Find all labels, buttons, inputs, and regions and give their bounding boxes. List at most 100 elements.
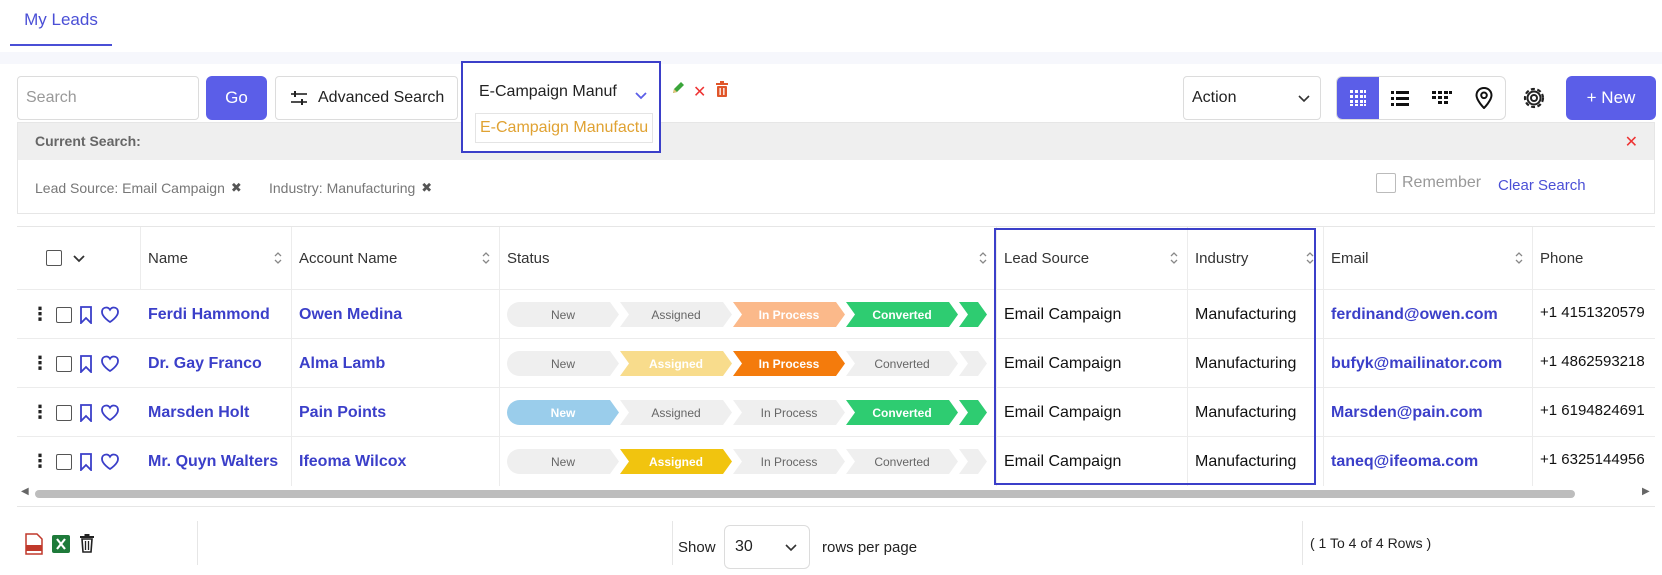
- go-button[interactable]: Go: [206, 76, 267, 120]
- more-vertical-icon[interactable]: ⋮: [31, 402, 49, 423]
- column-header-label: Email: [1331, 249, 1369, 267]
- status-stage[interactable]: Assigned: [620, 302, 732, 327]
- remember-option[interactable]: Remember: [1376, 173, 1481, 193]
- column-header-account[interactable]: Account Name: [292, 227, 500, 289]
- pdf-icon[interactable]: [25, 533, 43, 555]
- new-lead-button[interactable]: + New: [1566, 76, 1656, 120]
- grid-view-button[interactable]: [1337, 77, 1379, 119]
- status-stage[interactable]: Converted: [846, 302, 958, 327]
- status-stage[interactable]: Converted: [846, 449, 958, 474]
- list-view-button[interactable]: [1379, 77, 1421, 119]
- kanban-view-button[interactable]: [1421, 77, 1463, 119]
- saved-search-value[interactable]: E-Campaign Manuf: [479, 83, 649, 109]
- scroll-right-icon[interactable]: ▶: [1642, 486, 1650, 497]
- row-checkbox[interactable]: [56, 306, 72, 323]
- close-icon[interactable]: ✕: [693, 82, 706, 102]
- row-checkbox[interactable]: [56, 404, 72, 421]
- status-stage[interactable]: New: [507, 449, 619, 474]
- sort-icon[interactable]: [1305, 251, 1315, 265]
- scrollbar-thumb[interactable]: [35, 490, 1575, 498]
- horizontal-scrollbar[interactable]: ◀ ▶: [17, 486, 1655, 500]
- table-row[interactable]: ⋮ Dr. Gay Franco Alma Lamb New Assigned In…: [17, 338, 1655, 388]
- column-header-status[interactable]: Status: [500, 227, 997, 289]
- account-name-link[interactable]: Owen Medina: [292, 290, 500, 339]
- chevron-down-icon: [785, 544, 797, 552]
- status-stage[interactable]: Assigned: [620, 351, 732, 376]
- sort-icon[interactable]: [273, 251, 283, 265]
- status-stage[interactable]: Assigned: [620, 400, 732, 425]
- status-stage[interactable]: New: [507, 351, 619, 376]
- row-checkbox[interactable]: [56, 453, 72, 470]
- sort-icon[interactable]: [1514, 251, 1524, 265]
- email-link[interactable]: taneq@ifeoma.com: [1324, 437, 1533, 486]
- heart-icon[interactable]: [100, 306, 120, 324]
- column-header-email[interactable]: Email: [1324, 227, 1533, 289]
- status-stage[interactable]: New: [507, 400, 619, 425]
- rows-per-page-select[interactable]: 30: [724, 525, 810, 569]
- chevron-down-icon[interactable]: [633, 87, 649, 103]
- account-name-link[interactable]: Ifeoma Wilcox: [292, 437, 500, 486]
- more-vertical-icon[interactable]: ⋮: [31, 451, 49, 472]
- status-stage[interactable]: In Process: [733, 302, 845, 327]
- sort-icon[interactable]: [481, 251, 491, 265]
- status-stage[interactable]: In Process: [733, 449, 845, 474]
- select-all-checkbox[interactable]: [46, 250, 62, 266]
- account-name-link[interactable]: Pain Points: [292, 388, 500, 437]
- email-link[interactable]: bufyk@mailinator.com: [1324, 339, 1533, 388]
- close-icon[interactable]: ✕: [1625, 132, 1638, 152]
- account-name-link[interactable]: Alma Lamb: [292, 339, 500, 388]
- sort-icon[interactable]: [978, 251, 988, 265]
- table-row[interactable]: ⋮ Mr. Quyn Walters Ifeoma Wilcox New Assi…: [17, 436, 1655, 486]
- filter-chip-label: Lead Source: Email Campaign: [35, 180, 225, 196]
- column-header-industry[interactable]: Industry: [1188, 227, 1324, 289]
- lead-name-link[interactable]: Dr. Gay Franco: [141, 339, 292, 388]
- heart-icon[interactable]: [100, 355, 120, 373]
- advanced-search-button[interactable]: Advanced Search: [275, 76, 458, 120]
- status-stage[interactable]: In Process: [733, 400, 845, 425]
- remember-label: Remember: [1402, 174, 1482, 191]
- search-input[interactable]: [17, 76, 199, 120]
- email-link[interactable]: ferdinand@owen.com: [1324, 290, 1533, 339]
- remove-filter-icon[interactable]: ✖: [231, 180, 242, 196]
- bookmark-icon[interactable]: [79, 452, 93, 471]
- column-header-name[interactable]: Name: [141, 227, 292, 289]
- remember-checkbox[interactable]: [1376, 173, 1396, 193]
- saved-search-option[interactable]: E-Campaign Manufactu: [475, 113, 653, 143]
- map-view-button[interactable]: [1463, 77, 1505, 119]
- table-row[interactable]: ⋮ Ferdi Hammond Owen Medina New Assigned I…: [17, 289, 1655, 339]
- column-header-phone[interactable]: Phone: [1533, 227, 1655, 289]
- column-header-lead-source[interactable]: Lead Source: [997, 227, 1188, 289]
- gear-icon[interactable]: [1520, 84, 1548, 112]
- lead-name-link[interactable]: Marsden Holt: [141, 388, 292, 437]
- table-row[interactable]: ⋮ Marsden Holt Pain Points New Assigned In…: [17, 387, 1655, 437]
- action-select[interactable]: Action: [1183, 76, 1321, 120]
- heart-icon[interactable]: [100, 404, 120, 422]
- bookmark-icon[interactable]: [79, 403, 93, 422]
- excel-icon[interactable]: [51, 533, 71, 555]
- status-stage[interactable]: Converted: [846, 400, 958, 425]
- trash-icon[interactable]: [715, 81, 729, 97]
- row-checkbox[interactable]: [56, 355, 72, 372]
- saved-search-dropdown[interactable]: E-Campaign Manuf E-Campaign Manufactu: [461, 61, 661, 153]
- heart-icon[interactable]: [100, 453, 120, 471]
- trash-icon[interactable]: [79, 533, 95, 553]
- status-stage[interactable]: In Process: [733, 351, 845, 376]
- more-vertical-icon[interactable]: ⋮: [31, 353, 49, 374]
- email-link[interactable]: Marsden@pain.com: [1324, 388, 1533, 437]
- sort-icon[interactable]: [1169, 251, 1179, 265]
- bookmark-icon[interactable]: [79, 305, 93, 324]
- lead-name-link[interactable]: Mr. Quyn Walters: [141, 437, 292, 486]
- status-stage[interactable]: New: [507, 302, 619, 327]
- tab-my-leads[interactable]: My Leads: [10, 0, 112, 46]
- clear-search-link[interactable]: Clear Search: [1498, 177, 1586, 194]
- scroll-left-icon[interactable]: ◀: [21, 486, 29, 497]
- more-vertical-icon[interactable]: ⋮: [31, 304, 49, 325]
- lead-name-link[interactable]: Ferdi Hammond: [141, 290, 292, 339]
- current-search-header: Current Search: ✕: [18, 123, 1654, 160]
- chevron-down-icon[interactable]: [72, 251, 86, 265]
- pencil-icon[interactable]: [670, 80, 686, 96]
- status-stage[interactable]: Converted: [846, 351, 958, 376]
- bookmark-icon[interactable]: [79, 354, 93, 373]
- status-stage[interactable]: Assigned: [620, 449, 732, 474]
- remove-filter-icon[interactable]: ✖: [421, 180, 432, 196]
